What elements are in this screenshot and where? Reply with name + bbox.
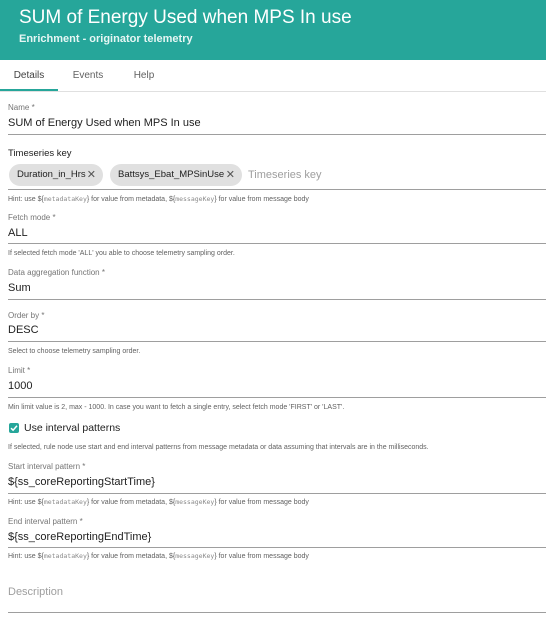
interval-patterns-checkbox[interactable]: [9, 423, 19, 433]
order-by-label: Order by *: [8, 311, 45, 320]
order-by-underline: [8, 341, 546, 342]
end-interval-input[interactable]: ${ss_coreReportingEndTime}: [8, 530, 151, 544]
end-interval-underline: [8, 547, 546, 548]
end-interval-label: End interval pattern *: [8, 517, 83, 526]
remove-chip-icon[interactable]: ✕: [87, 164, 96, 186]
name-input[interactable]: SUM of Energy Used when MPS In use: [8, 116, 201, 130]
node-header: SUM of Energy Used when MPS In use Enric…: [0, 0, 546, 60]
tab-events[interactable]: Events: [60, 60, 116, 92]
tab-details[interactable]: Details: [0, 60, 58, 92]
node-type-subtitle: Enrichment - originator telemetry: [19, 33, 193, 45]
interval-patterns-label[interactable]: Use interval patterns: [24, 422, 120, 434]
tab-help[interactable]: Help: [118, 60, 170, 92]
tab-bar: Details Events Help: [0, 60, 546, 92]
node-title: SUM of Energy Used when MPS In use: [19, 7, 352, 28]
aggregation-label: Data aggregation function *: [8, 268, 105, 277]
timeseries-underline: [8, 189, 546, 190]
timeseries-hint: Hint: use ${metadataKey} for value from …: [8, 195, 309, 203]
remove-chip-icon[interactable]: ✕: [226, 164, 235, 186]
limit-input[interactable]: 1000: [8, 379, 32, 393]
timeseries-chip[interactable]: Duration_in_Hrs ✕: [9, 164, 103, 186]
timeseries-chip[interactable]: Battsys_Ebat_MPSinUse ✕: [110, 164, 242, 186]
chip-label: Battsys_Ebat_MPSinUse: [118, 169, 225, 180]
name-underline: [8, 134, 546, 135]
end-interval-hint: Hint: use ${metadataKey} for value from …: [8, 552, 309, 560]
chip-label: Duration_in_Hrs: [17, 169, 86, 180]
aggregation-select[interactable]: Sum: [8, 281, 31, 295]
active-tab-indicator: [0, 89, 58, 91]
checkmark-icon: [10, 425, 18, 432]
start-interval-underline: [8, 493, 546, 494]
fetch-mode-label: Fetch mode *: [8, 213, 56, 222]
start-interval-label: Start interval pattern *: [8, 462, 86, 471]
limit-label: Limit *: [8, 366, 31, 375]
fetch-mode-hint: If selected fetch mode 'ALL' you able to…: [8, 250, 235, 257]
description-input[interactable]: Description: [8, 586, 63, 598]
aggregation-underline: [8, 299, 546, 300]
start-interval-hint: Hint: use ${metadataKey} for value from …: [8, 498, 309, 506]
limit-hint: Min limit value is 2, max - 1000. In cas…: [8, 404, 345, 411]
order-by-hint: Select to choose telemetry sampling orde…: [8, 348, 141, 355]
fetch-mode-select[interactable]: ALL: [8, 226, 28, 240]
description-underline: [8, 612, 546, 613]
limit-underline: [8, 397, 546, 398]
name-label: Name *: [8, 103, 35, 112]
start-interval-input[interactable]: ${ss_coreReportingStartTime}: [8, 475, 155, 489]
timeseries-key-input[interactable]: [248, 168, 448, 182]
order-by-select[interactable]: DESC: [8, 323, 39, 337]
fetch-mode-underline: [8, 243, 546, 244]
timeseries-key-label: Timeseries key: [8, 148, 72, 159]
interval-patterns-hint: If selected, rule node use start and end…: [8, 444, 429, 451]
